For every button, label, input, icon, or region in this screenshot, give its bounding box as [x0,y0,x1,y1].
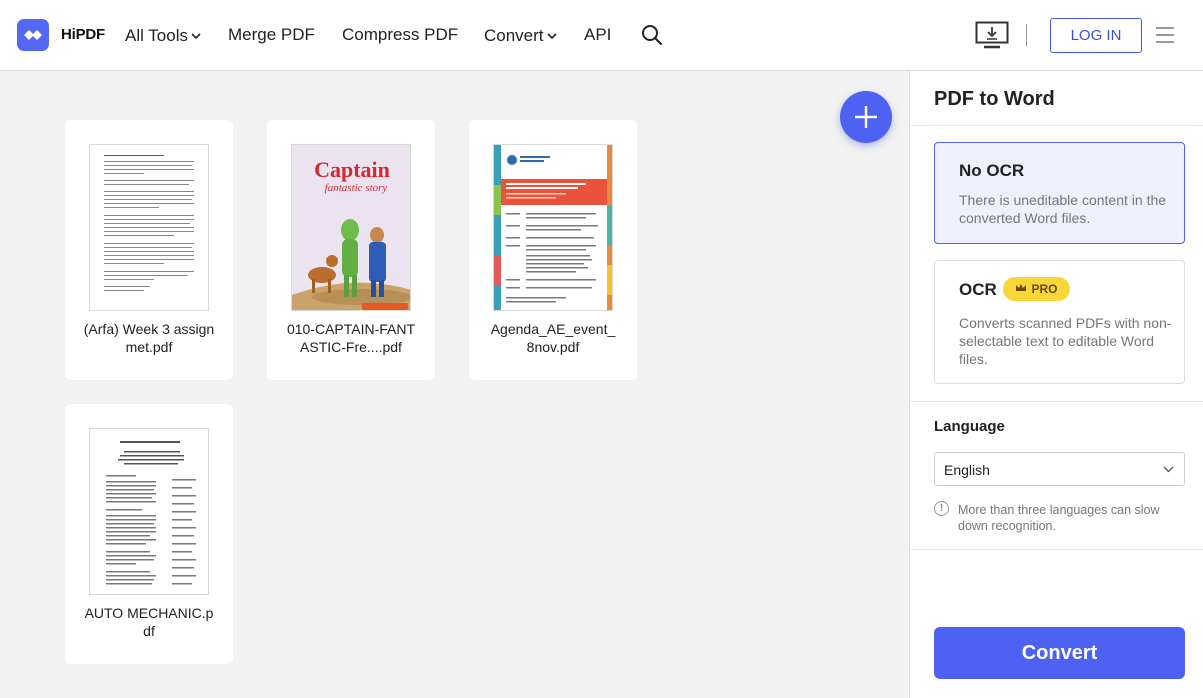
file-workspace: (Arfa) Week 3 assignmet.pdf Captain fant… [0,71,909,698]
option-title: No OCR [959,161,1025,180]
crown-icon [1015,282,1027,296]
language-value: English [944,462,990,478]
file-thumbnail-text-document [89,144,209,311]
file-thumbnail-occupation-document [89,428,209,595]
language-label: Language [934,418,1005,435]
file-card[interactable]: Agenda_AE_event_8nov.pdf [469,120,637,380]
nav-api[interactable]: API [584,25,611,45]
file-name: 010-CAPTAIN-FANTASTIC-Fre....pdf [286,321,416,355]
panel-divider [910,549,1203,550]
chevron-down-icon [191,25,201,45]
panel-divider [910,125,1203,126]
file-thumbnail-agenda-document [493,144,613,311]
file-thumbnail-comic-cover: Captain fantastic story [291,144,411,311]
pro-badge: PRO [1003,277,1070,301]
info-icon: ! [934,501,949,516]
option-description: Converts scanned PDFs with non-selectabl… [959,315,1172,367]
header-divider [1026,24,1027,46]
nav-compress-pdf[interactable]: Compress PDF [342,25,458,45]
option-title: OCR [959,280,997,299]
nav-merge-pdf[interactable]: Merge PDF [228,25,315,45]
file-card[interactable]: AUTO MECHANIC.pdf [65,404,233,664]
login-button[interactable]: LOG IN [1050,18,1142,53]
nav-all-tools-label: All Tools [125,26,188,45]
file-name: Agenda_AE_event_8nov.pdf [490,321,616,355]
chevron-down-icon [1163,466,1174,473]
nav-convert[interactable]: Convert [484,25,557,46]
panel-divider [910,401,1203,402]
file-name: (Arfa) Week 3 assignmet.pdf [83,321,215,355]
option-no-ocr[interactable]: No OCR There is uneditable content in th… [934,142,1185,244]
add-file-button[interactable] [840,91,892,143]
nav-convert-label: Convert [484,26,544,45]
option-ocr[interactable]: OCR PRO Converts scanned PDFs with non-s… [934,260,1185,384]
option-description: There is uneditable content in the conve… [959,192,1167,226]
file-name: AUTO MECHANIC.pdf [84,605,214,639]
search-icon[interactable] [641,24,663,46]
top-header: HiPDF All Tools Merge PDF Compress PDF C… [0,0,1203,71]
desktop-download-icon[interactable] [975,21,1009,54]
plus-icon [855,106,877,128]
language-note: More than three languages can slow down … [958,503,1160,533]
hipdf-logo-icon[interactable] [17,19,49,51]
convert-button[interactable]: Convert [934,627,1185,679]
chevron-down-icon [546,25,557,45]
brand-name[interactable]: HiPDF [61,26,105,43]
file-card[interactable]: (Arfa) Week 3 assignmet.pdf [65,120,233,380]
file-card[interactable]: Captain fantastic story 010-CAPTAIN-FANT… [267,120,435,380]
cover-subtitle: fantastic story [325,182,388,194]
hamburger-menu-icon[interactable] [1156,27,1174,48]
panel-title: PDF to Word [934,88,1055,110]
pro-badge-label: PRO [1031,282,1058,296]
language-select[interactable]: English [934,452,1185,486]
conversion-settings-panel: PDF to Word No OCR There is uneditable c… [909,71,1203,698]
cover-title: Captain [314,157,390,182]
nav-all-tools[interactable]: All Tools [125,25,201,46]
